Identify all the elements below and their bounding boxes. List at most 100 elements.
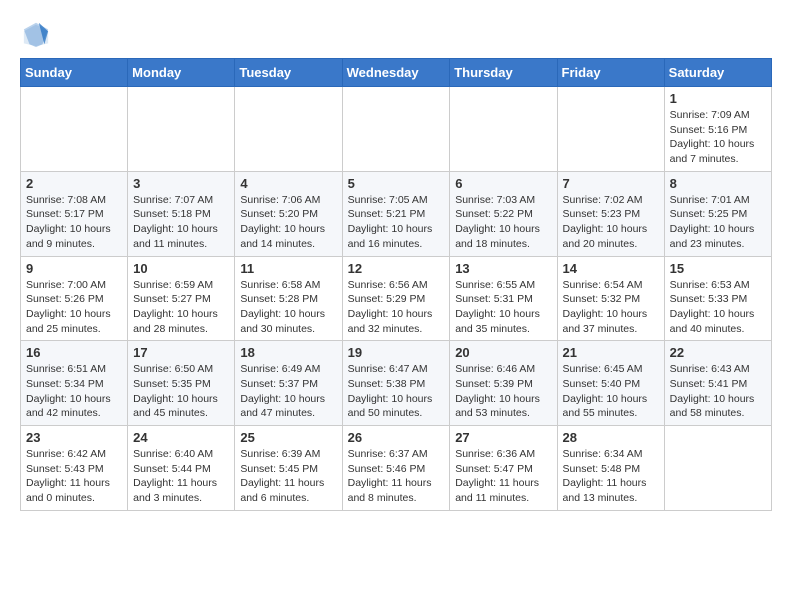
cell-content: Sunrise: 6:56 AM Sunset: 5:29 PM Dayligh…	[348, 278, 445, 337]
cell-content: Sunrise: 7:03 AM Sunset: 5:22 PM Dayligh…	[455, 193, 551, 252]
calendar-cell: 27 Sunrise: 6:36 AM Sunset: 5:47 PM Dayli…	[450, 426, 557, 511]
calendar-cell: 3 Sunrise: 7:07 AM Sunset: 5:18 PM Daylig…	[128, 171, 235, 256]
day-number: 25	[240, 430, 336, 445]
calendar-cell: 12 Sunrise: 6:56 AM Sunset: 5:29 PM Dayli…	[342, 256, 450, 341]
cell-content: Sunrise: 6:45 AM Sunset: 5:40 PM Dayligh…	[563, 362, 659, 421]
calendar-week-row: 23 Sunrise: 6:42 AM Sunset: 5:43 PM Dayli…	[21, 426, 772, 511]
cell-content: Sunrise: 6:42 AM Sunset: 5:43 PM Dayligh…	[26, 447, 122, 506]
calendar-week-row: 16 Sunrise: 6:51 AM Sunset: 5:34 PM Dayli…	[21, 341, 772, 426]
calendar-cell: 9 Sunrise: 7:00 AM Sunset: 5:26 PM Daylig…	[21, 256, 128, 341]
cell-content: Sunrise: 6:53 AM Sunset: 5:33 PM Dayligh…	[670, 278, 766, 337]
calendar-cell: 28 Sunrise: 6:34 AM Sunset: 5:48 PM Dayli…	[557, 426, 664, 511]
calendar-cell: 1 Sunrise: 7:09 AM Sunset: 5:16 PM Daylig…	[664, 87, 771, 172]
cell-content: Sunrise: 7:06 AM Sunset: 5:20 PM Dayligh…	[240, 193, 336, 252]
day-number: 9	[26, 261, 122, 276]
day-number: 18	[240, 345, 336, 360]
calendar-week-row: 1 Sunrise: 7:09 AM Sunset: 5:16 PM Daylig…	[21, 87, 772, 172]
calendar-cell: 16 Sunrise: 6:51 AM Sunset: 5:34 PM Dayli…	[21, 341, 128, 426]
calendar-cell	[21, 87, 128, 172]
day-number: 7	[563, 176, 659, 191]
day-number: 10	[133, 261, 229, 276]
day-number: 2	[26, 176, 122, 191]
cell-content: Sunrise: 6:55 AM Sunset: 5:31 PM Dayligh…	[455, 278, 551, 337]
weekday-header-wednesday: Wednesday	[342, 59, 450, 87]
day-number: 22	[670, 345, 766, 360]
calendar-cell: 11Sunrise: 6:58 AM Sunset: 5:28 PM Dayli…	[235, 256, 342, 341]
weekday-header-tuesday: Tuesday	[235, 59, 342, 87]
calendar-table: SundayMondayTuesdayWednesdayThursdayFrid…	[20, 58, 772, 511]
calendar-header-row: SundayMondayTuesdayWednesdayThursdayFrid…	[21, 59, 772, 87]
cell-content: Sunrise: 7:01 AM Sunset: 5:25 PM Dayligh…	[670, 193, 766, 252]
logo-icon	[22, 20, 50, 48]
cell-content: Sunrise: 6:46 AM Sunset: 5:39 PM Dayligh…	[455, 362, 551, 421]
cell-content: Sunrise: 7:09 AM Sunset: 5:16 PM Dayligh…	[670, 108, 766, 167]
cell-content: Sunrise: 6:59 AM Sunset: 5:27 PM Dayligh…	[133, 278, 229, 337]
cell-content: Sunrise: 6:37 AM Sunset: 5:46 PM Dayligh…	[348, 447, 445, 506]
calendar-cell	[664, 426, 771, 511]
calendar-cell: 13 Sunrise: 6:55 AM Sunset: 5:31 PM Dayli…	[450, 256, 557, 341]
day-number: 8	[670, 176, 766, 191]
calendar-cell: 4 Sunrise: 7:06 AM Sunset: 5:20 PM Daylig…	[235, 171, 342, 256]
calendar-cell: 20 Sunrise: 6:46 AM Sunset: 5:39 PM Dayli…	[450, 341, 557, 426]
weekday-header-monday: Monday	[128, 59, 235, 87]
day-number: 16	[26, 345, 122, 360]
day-number: 21	[563, 345, 659, 360]
calendar-cell: 8 Sunrise: 7:01 AM Sunset: 5:25 PM Daylig…	[664, 171, 771, 256]
day-number: 5	[348, 176, 445, 191]
weekday-header-thursday: Thursday	[450, 59, 557, 87]
calendar-cell: 25 Sunrise: 6:39 AM Sunset: 5:45 PM Dayli…	[235, 426, 342, 511]
day-number: 20	[455, 345, 551, 360]
calendar-cell: 10 Sunrise: 6:59 AM Sunset: 5:27 PM Dayli…	[128, 256, 235, 341]
cell-content: Sunrise: 6:43 AM Sunset: 5:41 PM Dayligh…	[670, 362, 766, 421]
day-number: 17	[133, 345, 229, 360]
calendar-week-row: 2 Sunrise: 7:08 AM Sunset: 5:17 PM Daylig…	[21, 171, 772, 256]
day-number: 6	[455, 176, 551, 191]
calendar-cell	[557, 87, 664, 172]
cell-content: Sunrise: 6:34 AM Sunset: 5:48 PM Dayligh…	[563, 447, 659, 506]
day-number: 13	[455, 261, 551, 276]
day-number: 26	[348, 430, 445, 445]
cell-content: Sunrise: 6:54 AM Sunset: 5:32 PM Dayligh…	[563, 278, 659, 337]
cell-content: Sunrise: 7:00 AM Sunset: 5:26 PM Dayligh…	[26, 278, 122, 337]
page-header	[20, 20, 772, 48]
day-number: 14	[563, 261, 659, 276]
cell-content: Sunrise: 7:08 AM Sunset: 5:17 PM Dayligh…	[26, 193, 122, 252]
day-number: 27	[455, 430, 551, 445]
calendar-cell: 18 Sunrise: 6:49 AM Sunset: 5:37 PM Dayli…	[235, 341, 342, 426]
cell-content: Sunrise: 6:36 AM Sunset: 5:47 PM Dayligh…	[455, 447, 551, 506]
cell-content: Sunrise: 7:02 AM Sunset: 5:23 PM Dayligh…	[563, 193, 659, 252]
cell-content: Sunrise: 6:51 AM Sunset: 5:34 PM Dayligh…	[26, 362, 122, 421]
day-number: 23	[26, 430, 122, 445]
cell-content: Sunrise: 7:07 AM Sunset: 5:18 PM Dayligh…	[133, 193, 229, 252]
cell-content: Sunrise: 6:40 AM Sunset: 5:44 PM Dayligh…	[133, 447, 229, 506]
calendar-cell: 23 Sunrise: 6:42 AM Sunset: 5:43 PM Dayli…	[21, 426, 128, 511]
calendar-cell: 24 Sunrise: 6:40 AM Sunset: 5:44 PM Dayli…	[128, 426, 235, 511]
calendar-cell: 6 Sunrise: 7:03 AM Sunset: 5:22 PM Daylig…	[450, 171, 557, 256]
calendar-cell	[342, 87, 450, 172]
calendar-cell	[235, 87, 342, 172]
day-number: 19	[348, 345, 445, 360]
calendar-cell: 17 Sunrise: 6:50 AM Sunset: 5:35 PM Dayli…	[128, 341, 235, 426]
calendar-cell	[128, 87, 235, 172]
day-number: 3	[133, 176, 229, 191]
calendar-cell: 22 Sunrise: 6:43 AM Sunset: 5:41 PM Dayli…	[664, 341, 771, 426]
calendar-cell: 26 Sunrise: 6:37 AM Sunset: 5:46 PM Dayli…	[342, 426, 450, 511]
calendar-cell: 5Sunrise: 7:05 AM Sunset: 5:21 PM Daylig…	[342, 171, 450, 256]
day-number: 4	[240, 176, 336, 191]
weekday-header-sunday: Sunday	[21, 59, 128, 87]
weekday-header-saturday: Saturday	[664, 59, 771, 87]
cell-content: Sunrise: 6:50 AM Sunset: 5:35 PM Dayligh…	[133, 362, 229, 421]
weekday-header-friday: Friday	[557, 59, 664, 87]
calendar-cell: 21 Sunrise: 6:45 AM Sunset: 5:40 PM Dayli…	[557, 341, 664, 426]
calendar-cell: 2 Sunrise: 7:08 AM Sunset: 5:17 PM Daylig…	[21, 171, 128, 256]
calendar-cell: 15Sunrise: 6:53 AM Sunset: 5:33 PM Dayli…	[664, 256, 771, 341]
calendar-cell: 7 Sunrise: 7:02 AM Sunset: 5:23 PM Daylig…	[557, 171, 664, 256]
cell-content: Sunrise: 6:49 AM Sunset: 5:37 PM Dayligh…	[240, 362, 336, 421]
day-number: 12	[348, 261, 445, 276]
day-number: 28	[563, 430, 659, 445]
day-number: 24	[133, 430, 229, 445]
calendar-cell	[450, 87, 557, 172]
cell-content: Sunrise: 6:39 AM Sunset: 5:45 PM Dayligh…	[240, 447, 336, 506]
day-number: 1	[670, 91, 766, 106]
calendar-cell: 14 Sunrise: 6:54 AM Sunset: 5:32 PM Dayli…	[557, 256, 664, 341]
